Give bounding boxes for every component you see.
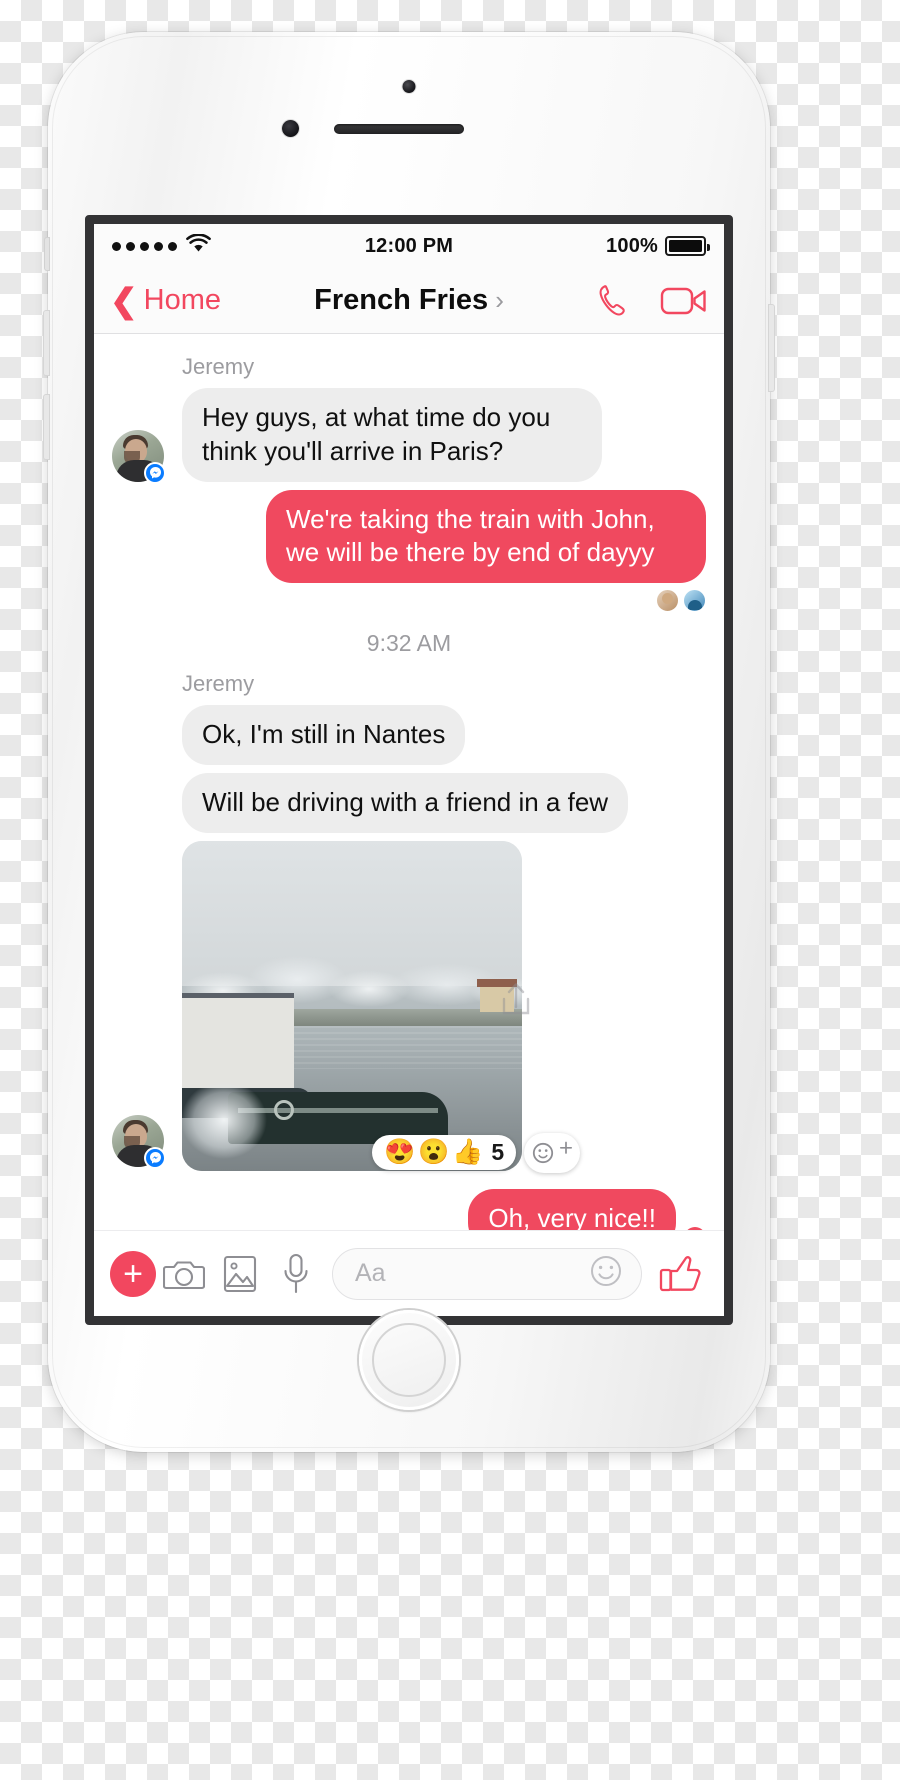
phone-screen: 12:00 PM 100% ❮ Home French Fries › Jere… [85,215,733,1325]
reaction-count: 5 [491,1139,505,1166]
battery-percent-label: 100% [606,234,658,257]
chevron-left-icon: ❮ [110,281,138,319]
microphone-icon[interactable] [268,1253,324,1295]
jeremy-avatar[interactable] [112,429,166,484]
photo-gallery-icon[interactable] [212,1254,268,1294]
seen-avatar-2 [683,589,706,613]
message-row-incoming: Will be driving with a friend in a few [94,772,724,833]
signal-strength-icon [112,241,177,251]
navigation-bar: ❮ Home French Fries › [94,268,724,334]
status-bar-left [112,232,365,259]
message-reactions: 😍 😮 👍 5 [372,1132,581,1173]
phone-call-icon[interactable] [592,280,634,322]
phone-device: 12:00 PM 100% ❮ Home French Fries › Jere… [43,32,775,1452]
message-row-outgoing: We're taking the train with John, we wil… [94,489,724,584]
reaction-emoji-love: 😍 [384,1138,416,1167]
reaction-emoji-wow: 😮 [418,1138,450,1167]
wifi-icon [186,232,211,259]
message-sender-name: Jeremy [182,354,255,379]
message-bubble-incoming[interactable]: Will be driving with a friend in a few [182,772,629,833]
reaction-emoji-like: 👍 [452,1138,484,1167]
read-receipts [94,589,724,613]
chevron-right-icon: › [495,285,504,315]
thread-timestamp: 9:32 AM [366,630,452,657]
volume-down-button[interactable] [43,394,50,460]
add-reaction-button[interactable] [524,1132,581,1173]
winter-river-landscape-photo[interactable] [182,840,522,1171]
message-sender-name: Jeremy [182,671,255,697]
home-button[interactable] [359,1310,459,1410]
jeremy-avatar[interactable] [112,1114,166,1169]
proximity-sensor [282,120,299,137]
message-thread[interactable]: Jeremy Hey guys, at what time do you thi… [94,334,724,1230]
add-attachment-button[interactable]: + [110,1250,156,1297]
delivered-status-icon: ✓ [684,1226,706,1230]
conversation-title-label: French Fries [314,284,489,316]
camera-icon[interactable] [156,1257,212,1291]
message-input-placeholder: Aa [355,1259,386,1287]
video-call-icon[interactable] [660,283,708,319]
messenger-badge-icon [144,1146,166,1169]
back-button-label: Home [143,284,222,316]
navigation-actions [592,280,708,322]
message-composer: + Aa [94,1230,724,1316]
status-bar-clock: 12:00 PM [364,234,454,257]
message-bubble-incoming[interactable]: Ok, I'm still in Nantes [182,705,466,765]
message-row-photo: 😍 😮 👍 5 [94,840,724,1173]
message-bubble-outgoing[interactable]: Oh, very nice!! [468,1188,676,1230]
battery-icon [665,236,710,256]
message-bubble-outgoing[interactable]: We're taking the train with John, we wil… [266,489,706,584]
volume-up-button[interactable] [43,310,50,376]
message-input-field[interactable]: Aa [332,1247,642,1300]
share-upload-icon[interactable] [498,979,534,1024]
reaction-pill[interactable]: 😍 😮 👍 5 [372,1135,517,1171]
silent-switch[interactable] [44,237,50,271]
power-button[interactable] [768,304,775,392]
smiley-emoji-icon[interactable] [587,1252,625,1295]
status-bar: 12:00 PM 100% [94,224,724,268]
message-row-incoming: Ok, I'm still in Nantes [94,705,724,765]
back-to-home-button[interactable]: ❮ Home [110,284,221,317]
status-bar-right: 100% [453,234,710,258]
seen-avatar-1 [656,589,679,613]
thumbs-up-icon[interactable] [654,1253,708,1295]
conversation-title[interactable]: French Fries › [314,284,504,317]
message-bubble-incoming[interactable]: Hey guys, at what time do you think you'… [182,388,602,482]
message-row-outgoing: Oh, very nice!! ✓ [94,1188,724,1230]
earpiece-speaker [334,124,464,134]
front-camera [402,80,416,93]
messenger-badge-icon [144,461,166,484]
message-row-incoming: Hey guys, at what time do you think you'… [94,388,724,484]
